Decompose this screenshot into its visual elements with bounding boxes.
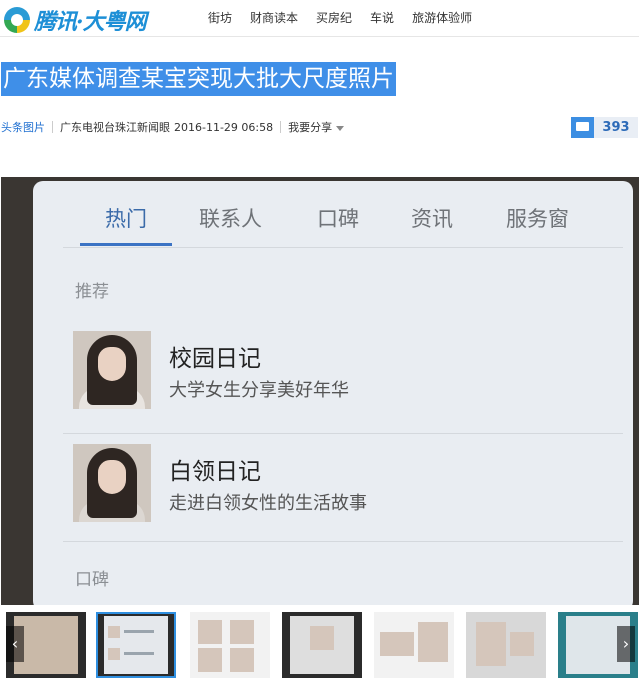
phone-screen: 热门 联系人 口碑 资讯 服务窗 推荐 校园日记 大学女生分享美好年华 白领日记… (33, 181, 633, 605)
thumbnail[interactable] (466, 612, 546, 678)
thumbnail[interactable] (374, 612, 454, 678)
logo-icon (4, 7, 30, 33)
screen-tab-service: 服务窗 (506, 207, 569, 231)
divider (52, 121, 53, 133)
item-title: 白领日记 (169, 459, 261, 485)
top-navigation-bar: 腾讯·大粤网 街坊 财商读本 买房纪 车说 旅游体验师 (0, 0, 639, 37)
avatar (73, 331, 151, 409)
thumbnail-selected[interactable] (96, 612, 176, 678)
nav-link-maifang[interactable]: 买房纪 (316, 9, 352, 26)
caret-down-icon (336, 125, 345, 131)
comment-count-button[interactable]: 393 (571, 115, 638, 138)
item-subtitle: 走进白领女性的生活故事 (169, 493, 367, 514)
item-title: 校园日记 (169, 346, 261, 372)
screen-tab-hot: 热门 (105, 207, 147, 231)
main-photo[interactable]: 热门 联系人 口碑 资讯 服务窗 推荐 校园日记 大学女生分享美好年华 白领日记… (1, 177, 639, 605)
chevron-right-icon[interactable]: › (617, 626, 635, 662)
active-tab-indicator (80, 243, 172, 246)
article-title: 广东媒体调查某宝突现大批大尺度照片 (1, 62, 396, 96)
thumbnail[interactable] (282, 612, 362, 678)
article-datetime: 2016-11-29 06:58 (174, 120, 274, 134)
item-subtitle: 大学女生分享美好年华 (169, 380, 349, 401)
thumbnail-strip (0, 608, 639, 679)
section-label-recommend: 推荐 (75, 282, 109, 302)
divider (280, 121, 282, 133)
article-meta: 头条图片 广东电视台珠江新闻眼 2016-11-29 06:58 我要分享 (1, 119, 345, 135)
divider (63, 541, 623, 542)
share-label: 我要分享 (288, 121, 333, 134)
site-logo[interactable]: 腾讯·大粤网 (4, 4, 147, 36)
channel-nav: 街坊 财商读本 买房纪 车说 旅游体验师 (208, 9, 490, 26)
chevron-left-icon[interactable]: ‹ (6, 626, 24, 662)
nav-link-cheshuo[interactable]: 车说 (370, 9, 394, 26)
logo-text: 腾讯·大粤网 (34, 9, 147, 35)
avatar (73, 444, 151, 522)
screen-tab-contacts: 联系人 (199, 207, 262, 231)
divider (63, 247, 623, 248)
comment-count: 393 (594, 117, 638, 138)
screen-tab-bar: 热门 联系人 口碑 资讯 服务窗 (33, 181, 633, 243)
screen-tab-reviews: 口碑 (317, 207, 359, 231)
screen-tab-news: 资讯 (411, 207, 453, 231)
share-button[interactable]: 我要分享 (288, 119, 345, 135)
divider (63, 433, 623, 434)
nav-link-lvyou[interactable]: 旅游体验师 (412, 9, 472, 26)
section-label-reviews: 口碑 (75, 570, 109, 590)
thumbnail[interactable] (190, 612, 270, 678)
article-source: 广东电视台珠江新闻眼 (60, 121, 170, 134)
comment-icon (571, 115, 594, 138)
category-link[interactable]: 头条图片 (1, 119, 45, 135)
nav-link-caishang[interactable]: 财商读本 (250, 9, 298, 26)
nav-link-jiefang[interactable]: 街坊 (208, 9, 232, 26)
